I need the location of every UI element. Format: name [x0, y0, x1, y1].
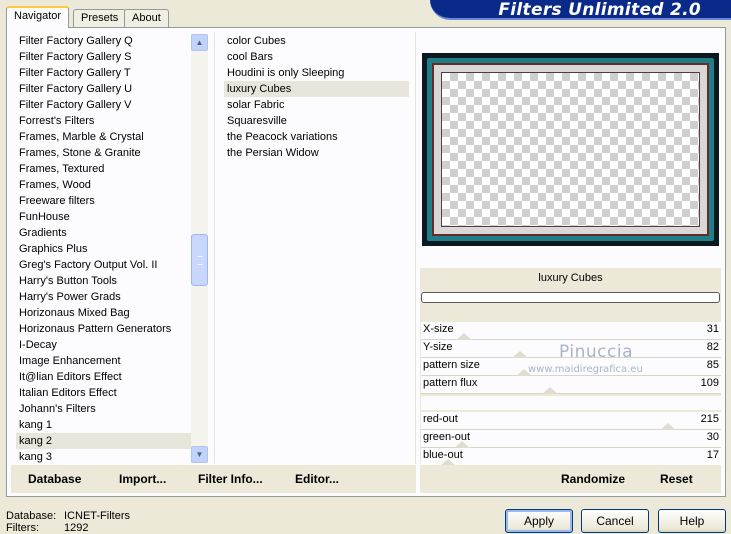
filter-item[interactable]: the Persian Widow: [224, 145, 409, 161]
divider: [415, 32, 416, 464]
app-title: Filters Unlimited 2.0: [498, 0, 701, 20]
selected-filter-name: luxury Cubes: [538, 272, 603, 284]
category-item[interactable]: It@lian Editors Effect: [16, 369, 200, 385]
category-item[interactable]: Harry's Power Grads: [16, 289, 200, 305]
param-slider[interactable]: blue-out 17: [421, 448, 721, 466]
database-label: Database:: [6, 510, 57, 522]
category-item[interactable]: Filter Factory Gallery Q: [16, 33, 200, 49]
param-slider[interactable]: pattern flux 109: [421, 376, 721, 394]
scroll-thumb[interactable]: [191, 234, 208, 286]
param-thumb[interactable]: [512, 351, 528, 358]
database-button[interactable]: Database: [28, 472, 81, 486]
category-item[interactable]: Frames, Wood: [16, 177, 200, 193]
param-value: 31: [706, 323, 719, 335]
tab-presets[interactable]: Presets: [73, 9, 127, 28]
category-item[interactable]: Greg's Factory Output Vol. II: [16, 257, 200, 273]
param-label: red-out: [423, 413, 458, 425]
param-slider[interactable]: red-out 215: [421, 412, 721, 430]
tab-navigator[interactable]: Navigator: [6, 6, 70, 28]
preview-frame: [432, 63, 709, 236]
tab-about[interactable]: About: [124, 9, 169, 28]
param-slider[interactable]: Y-size 82: [421, 340, 721, 358]
scroll-up-button[interactable]: ▲: [191, 34, 208, 51]
param-value: 17: [706, 449, 719, 461]
category-item[interactable]: Image Enhancement: [16, 353, 200, 369]
progress-bar: [421, 292, 720, 303]
preview-image: [422, 53, 719, 246]
status-database: Database: ICNET-Filters: [6, 510, 130, 522]
filter-item[interactable]: cool Bars: [224, 49, 409, 65]
category-item[interactable]: Filter Factory Gallery V: [16, 97, 200, 113]
scroll-down-button[interactable]: ▼: [191, 446, 208, 463]
status-filters: Filters: 1292: [6, 522, 88, 534]
randomize-button[interactable]: Randomize: [561, 472, 625, 486]
param-label: Y-size: [423, 341, 453, 353]
apply-button[interactable]: Apply: [505, 509, 573, 533]
filter-item[interactable]: solar Fabric: [224, 97, 409, 113]
category-item[interactable]: Frames, Marble & Crystal: [16, 129, 200, 145]
param-slider[interactable]: pattern size 85: [421, 358, 721, 376]
category-item[interactable]: Freeware filters: [16, 193, 200, 209]
category-item[interactable]: Filter Factory Gallery T: [16, 65, 200, 81]
param-thumb[interactable]: [456, 333, 472, 340]
editor-button[interactable]: Editor...: [295, 472, 339, 486]
param-label: X-size: [423, 323, 454, 335]
param-thumb[interactable]: [454, 441, 470, 448]
param-slider[interactable]: X-size 31: [421, 322, 721, 340]
param-value: 215: [700, 413, 719, 425]
category-item[interactable]: FunHouse: [16, 209, 200, 225]
param-value: 82: [706, 341, 719, 353]
cancel-button[interactable]: Cancel: [581, 509, 649, 533]
filter-info-button[interactable]: Filter Info...: [198, 472, 263, 486]
filter-item[interactable]: Squaresville: [224, 113, 409, 129]
category-item[interactable]: Filter Factory Gallery S: [16, 49, 200, 65]
category-item[interactable]: Forrest's Filters: [16, 113, 200, 129]
filter-item[interactable]: color Cubes: [224, 33, 409, 49]
category-item[interactable]: Italian Editors Effect: [16, 385, 200, 401]
category-item[interactable]: Johann's Filters: [16, 401, 200, 417]
left-button-bar: Database Import... Filter Info... Editor…: [11, 465, 416, 493]
param-thumb[interactable]: [542, 387, 558, 394]
filter-item[interactable]: luxury Cubes: [224, 81, 409, 97]
right-button-bar: Randomize Reset: [420, 465, 721, 493]
category-item[interactable]: Frames, Textured: [16, 161, 200, 177]
param-separator: [421, 396, 721, 410]
param-value: 30: [706, 431, 719, 443]
navigator-panel: Filter Factory Gallery Q Filter Factory G…: [6, 27, 726, 497]
category-item[interactable]: Horizonaus Mixed Bag: [16, 305, 200, 321]
category-list[interactable]: Filter Factory Gallery Q Filter Factory G…: [16, 33, 200, 464]
category-scrollbar[interactable]: ▲ ▼: [191, 34, 208, 463]
category-item[interactable]: Frames, Stone & Granite: [16, 145, 200, 161]
param-slider[interactable]: green-out 30: [421, 430, 721, 448]
divider: [214, 32, 215, 464]
category-item[interactable]: I-Decay: [16, 337, 200, 353]
filters-label: Filters:: [6, 522, 39, 534]
title-banner: Filters Unlimited 2.0: [430, 0, 731, 20]
filter-list[interactable]: color Cubes cool Bars Houdini is only Slee…: [224, 33, 409, 161]
filters-count: 1292: [64, 522, 89, 534]
param-value: 85: [706, 359, 719, 371]
param-label: pattern size: [423, 359, 480, 371]
category-item[interactable]: kang 1: [16, 417, 200, 433]
reset-button[interactable]: Reset: [660, 472, 693, 486]
filter-item[interactable]: the Peacock variations: [224, 129, 409, 145]
help-button[interactable]: Help: [658, 509, 726, 533]
category-item[interactable]: Horizonaus Pattern Generators: [16, 321, 200, 337]
category-item[interactable]: kang 2: [16, 433, 200, 449]
transparency-checkerboard: [441, 72, 700, 227]
param-label: pattern flux: [423, 377, 478, 389]
param-thumb[interactable]: [516, 369, 532, 376]
param-thumb[interactable]: [660, 423, 676, 430]
param-track: [421, 390, 721, 394]
database-value: ICNET-Filters: [64, 510, 130, 522]
category-item[interactable]: Harry's Button Tools: [16, 273, 200, 289]
category-item[interactable]: kang 3: [16, 449, 200, 464]
import-button[interactable]: Import...: [119, 472, 166, 486]
category-item[interactable]: Graphics Plus: [16, 241, 200, 257]
category-item[interactable]: Gradients: [16, 225, 200, 241]
category-item[interactable]: Filter Factory Gallery U: [16, 81, 200, 97]
filter-item[interactable]: Houdini is only Sleeping: [224, 65, 409, 81]
param-value: 109: [700, 377, 719, 389]
